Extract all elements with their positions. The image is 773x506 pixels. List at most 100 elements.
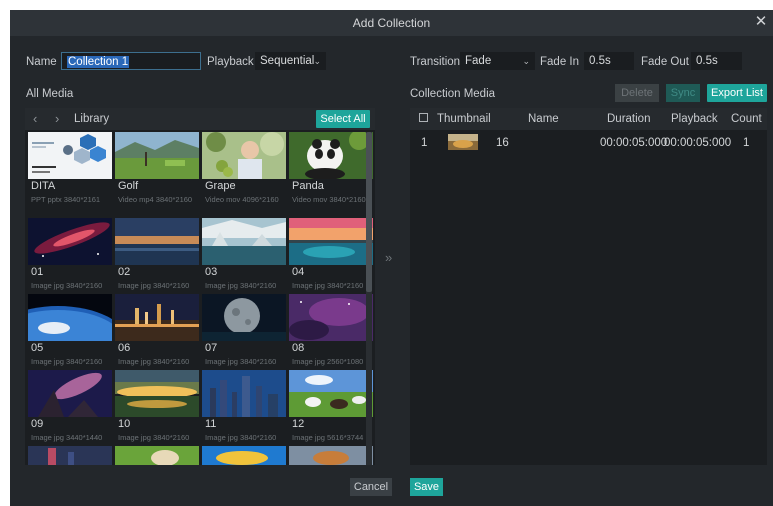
media-thumbnail bbox=[202, 132, 286, 179]
media-name: Grape bbox=[205, 180, 236, 192]
media-thumbnail bbox=[115, 132, 199, 179]
media-meta: Image jpg 3840*2160 bbox=[118, 357, 190, 366]
row-index: 1 bbox=[421, 137, 428, 149]
transition-value: Fade bbox=[465, 55, 492, 67]
fade-in-input[interactable]: 0.5s bbox=[584, 52, 634, 70]
media-thumbnail bbox=[28, 132, 112, 179]
column-playback: Playback bbox=[671, 113, 718, 125]
media-name: DITA bbox=[31, 180, 56, 192]
media-meta: Image jpg 3840*2160 bbox=[292, 281, 364, 290]
media-item[interactable]: 12 Image jpg 5616*3744 bbox=[289, 370, 373, 446]
media-meta: Video mov 4096*2160 bbox=[205, 195, 279, 204]
media-name: 10 bbox=[118, 418, 131, 430]
library-scrollbar-thumb[interactable] bbox=[366, 132, 372, 292]
media-item[interactable]: 03 Image jpg 3840*2160 bbox=[202, 218, 286, 294]
column-name: Name bbox=[528, 113, 559, 125]
table-row[interactable]: 1 16 00:00:05:000 00:00:05:000 1 bbox=[410, 132, 767, 154]
playback-value: Sequential bbox=[260, 55, 315, 67]
media-item[interactable]: 08 Image jpg 2560*1080 bbox=[289, 294, 373, 370]
cancel-button[interactable]: Cancel bbox=[350, 478, 392, 496]
media-item[interactable]: 05 Image jpg 3840*2160 bbox=[28, 294, 112, 370]
row-thumb-count: 16 bbox=[496, 137, 509, 149]
media-name: Panda bbox=[292, 180, 324, 192]
chevron-down-icon: ⌄ bbox=[522, 56, 530, 66]
move-right-icon[interactable]: » bbox=[385, 250, 392, 265]
media-thumbnail bbox=[289, 132, 373, 179]
media-thumbnail-partial bbox=[202, 446, 286, 465]
fade-out-input[interactable]: 0.5s bbox=[691, 52, 742, 70]
name-label: Name bbox=[26, 56, 57, 68]
name-value: Collection 1 bbox=[67, 56, 130, 68]
media-thumbnail-partial bbox=[289, 446, 373, 465]
media-meta: Image jpg 3840*2160 bbox=[118, 281, 190, 290]
media-thumbnail-partial bbox=[115, 446, 199, 465]
media-name: 04 bbox=[292, 266, 305, 278]
row-count: 1 bbox=[743, 137, 750, 149]
row-playback: 00:00:05:000 bbox=[664, 137, 732, 149]
media-meta: Image jpg 3840*2160 bbox=[205, 433, 277, 442]
media-thumbnail bbox=[28, 370, 112, 417]
close-icon[interactable]: ✕ bbox=[753, 14, 769, 30]
name-input[interactable]: Collection 1 bbox=[61, 52, 201, 70]
media-item[interactable]: 10 Image jpg 3840*2160 bbox=[115, 370, 199, 446]
media-item[interactable]: 06 Image jpg 3840*2160 bbox=[115, 294, 199, 370]
media-item[interactable]: Panda Video mov 3840*2160 bbox=[289, 132, 373, 208]
forward-arrow-icon[interactable]: › bbox=[55, 111, 59, 126]
media-thumbnail bbox=[202, 370, 286, 417]
media-meta: Image jpg 3840*2160 bbox=[205, 281, 277, 290]
save-button[interactable]: Save bbox=[410, 478, 443, 496]
transition-select[interactable]: Fade ⌄ bbox=[460, 52, 535, 70]
media-item[interactable]: 07 Image jpg 3840*2160 bbox=[202, 294, 286, 370]
row-duration: 00:00:05:000 bbox=[600, 137, 668, 149]
media-meta: Video mp4 3840*2160 bbox=[118, 195, 193, 204]
media-item[interactable]: 04 Image jpg 3840*2160 bbox=[289, 218, 373, 294]
media-name: 12 bbox=[292, 418, 305, 430]
media-meta: Video mov 3840*2160 bbox=[292, 195, 366, 204]
media-item[interactable]: 02 Image jpg 3840*2160 bbox=[115, 218, 199, 294]
media-name: 06 bbox=[118, 342, 131, 354]
column-thumbnail: Thumbnail bbox=[437, 113, 491, 125]
column-duration: Duration bbox=[607, 113, 651, 125]
media-meta: Image jpg 3440*1440 bbox=[31, 433, 103, 442]
media-item[interactable]: DITA PPT pptx 3840*2161 bbox=[28, 132, 112, 208]
collection-panel: Thumbnail Name Duration Playback Count 1… bbox=[410, 108, 767, 465]
all-media-label: All Media bbox=[26, 88, 74, 100]
media-meta: Image jpg 3840*2160 bbox=[31, 357, 103, 366]
library-scrollbar[interactable] bbox=[366, 132, 372, 465]
delete-button[interactable]: Delete bbox=[615, 84, 659, 102]
media-thumbnail bbox=[115, 294, 199, 341]
media-name: 01 bbox=[31, 266, 44, 278]
media-thumbnail-partial bbox=[28, 446, 112, 465]
media-item[interactable]: 09 Image jpg 3440*1440 bbox=[28, 370, 112, 446]
media-item[interactable]: Grape Video mov 4096*2160 bbox=[202, 132, 286, 208]
media-meta: Image jpg 3840*2160 bbox=[31, 281, 103, 290]
media-thumbnail bbox=[202, 294, 286, 341]
media-thumbnail bbox=[289, 294, 373, 341]
transition-label: Transition bbox=[410, 56, 461, 68]
sync-button[interactable]: Sync bbox=[666, 84, 700, 102]
media-item[interactable]: Golf Video mp4 3840*2160 bbox=[115, 132, 199, 208]
media-name: 03 bbox=[205, 266, 218, 278]
select-all-button[interactable]: Select All bbox=[316, 110, 370, 128]
media-name: 08 bbox=[292, 342, 305, 354]
collection-table-header: Thumbnail Name Duration Playback Count bbox=[410, 108, 767, 130]
media-item[interactable]: 11 Image jpg 3840*2160 bbox=[202, 370, 286, 446]
media-thumbnail bbox=[289, 218, 373, 265]
media-item[interactable]: 01 Image jpg 3840*2160 bbox=[28, 218, 112, 294]
breadcrumb[interactable]: Library bbox=[74, 113, 109, 125]
media-thumbnail bbox=[115, 370, 199, 417]
media-thumbnail bbox=[289, 370, 373, 417]
media-meta: PPT pptx 3840*2161 bbox=[31, 195, 101, 204]
dialog-title: Add Collection bbox=[352, 16, 431, 30]
media-name: 07 bbox=[205, 342, 218, 354]
select-all-checkbox[interactable] bbox=[419, 113, 428, 122]
playback-select[interactable]: Sequential ⌄ bbox=[255, 52, 326, 70]
media-name: 11 bbox=[205, 418, 217, 430]
export-list-button[interactable]: Export List bbox=[707, 84, 767, 102]
row-thumbnail bbox=[448, 134, 478, 150]
library-toolbar: ‹ › Library Select All bbox=[25, 108, 375, 130]
media-meta: Image jpg 3840*2160 bbox=[205, 357, 277, 366]
media-meta: Image jpg 5616*3744 bbox=[292, 433, 364, 442]
back-arrow-icon[interactable]: ‹ bbox=[33, 111, 37, 126]
chevron-down-icon: ⌄ bbox=[313, 56, 321, 66]
